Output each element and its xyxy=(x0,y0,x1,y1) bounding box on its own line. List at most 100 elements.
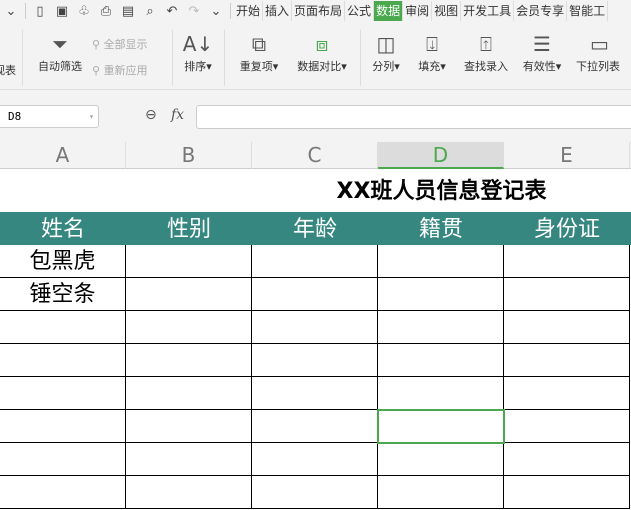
column-header-a[interactable]: A xyxy=(0,142,126,169)
table-cell[interactable] xyxy=(504,311,630,344)
table-cell[interactable] xyxy=(126,476,252,509)
column-header-e[interactable]: E xyxy=(504,142,630,169)
fill-button[interactable]: ⍗ 填充▾ xyxy=(414,30,450,74)
table-cell[interactable] xyxy=(504,377,630,410)
sheet-title[interactable]: XX班人员信息登记表 xyxy=(0,169,631,212)
header-cell-gender[interactable]: 性别 xyxy=(126,212,252,245)
table-cell[interactable] xyxy=(504,476,630,509)
name-box[interactable]: D8 ▾ xyxy=(0,105,99,128)
tab-page-layout[interactable]: 页面布局 xyxy=(292,1,346,21)
table-cell[interactable] xyxy=(378,344,504,377)
column-header-d[interactable]: D xyxy=(378,142,504,169)
split-icon: ◫ xyxy=(376,32,396,56)
sort-button[interactable]: A↓ 排序▾ xyxy=(180,30,216,74)
print-icon[interactable]: ⎙ xyxy=(95,4,117,19)
table-cell[interactable] xyxy=(126,245,252,278)
table-cell[interactable]: 锤空条 xyxy=(0,278,126,311)
table-cell[interactable] xyxy=(252,245,378,278)
table-cell[interactable] xyxy=(378,377,504,410)
fill-icon: ⍗ xyxy=(426,32,438,56)
table-cell[interactable] xyxy=(252,377,378,410)
find-entry-button[interactable]: ⍐ 查找录入 xyxy=(460,30,512,74)
table-cell[interactable] xyxy=(126,410,252,443)
tab-view[interactable]: 视图 xyxy=(432,1,462,21)
duplicates-button[interactable]: ⧉ 重复项▾ xyxy=(233,30,285,74)
table-cell[interactable] xyxy=(504,443,630,476)
redo-icon[interactable]: ↷ xyxy=(183,4,205,19)
table-cell[interactable] xyxy=(504,410,630,443)
tab-member[interactable]: 会员专享 xyxy=(514,1,568,21)
tab-home[interactable]: 开始 xyxy=(234,1,264,21)
table-cell[interactable] xyxy=(0,377,126,410)
selected-cell-d8[interactable] xyxy=(377,409,505,444)
tab-review[interactable]: 审阅 xyxy=(403,1,433,21)
tab-data[interactable]: 数据 xyxy=(374,1,404,21)
table-cell[interactable] xyxy=(378,278,504,311)
column-header-b[interactable]: B xyxy=(126,142,252,169)
filter-icon: ⏷ xyxy=(52,32,68,56)
table-cell[interactable] xyxy=(126,377,252,410)
header-cell-age[interactable]: 年龄 xyxy=(252,212,378,245)
table-cell[interactable] xyxy=(126,443,252,476)
table-cell[interactable] xyxy=(378,443,504,476)
tab-smart-tools[interactable]: 智能工 xyxy=(567,1,609,21)
table-cell[interactable] xyxy=(126,278,252,311)
column-header-c[interactable]: C xyxy=(252,142,378,169)
data-compare-button[interactable]: ⧈ 数据对比▾ xyxy=(290,30,354,74)
find-icon[interactable]: ⌕ xyxy=(139,4,161,19)
chevron-down-icon: ▾ xyxy=(89,112,94,121)
new-file-icon[interactable]: ▯ xyxy=(29,4,51,19)
validity-button[interactable]: ☰ 有效性▾ xyxy=(518,30,566,74)
auto-filter-button[interactable]: ⏷ 自动筛选 xyxy=(34,30,86,74)
dropdown-list-button[interactable]: ▭ 下拉列表 xyxy=(576,30,631,74)
undo-icon[interactable]: ↶ xyxy=(161,4,183,19)
table-cell[interactable] xyxy=(252,311,378,344)
table-cell[interactable] xyxy=(0,344,126,377)
table-cell[interactable] xyxy=(504,278,630,311)
table-cell[interactable] xyxy=(0,311,126,344)
table-cell[interactable] xyxy=(252,344,378,377)
table-cell[interactable] xyxy=(126,311,252,344)
duplicates-icon: ⧉ xyxy=(251,32,267,56)
worksheet: XX班人员信息登记表 姓名 性别 年龄 籍贯 身份证 包黑虎 锤空条 xyxy=(0,169,631,510)
split-column-button[interactable]: ◫ 分列▾ xyxy=(368,30,404,74)
validity-icon: ☰ xyxy=(533,32,551,56)
sort-icon: A↓ xyxy=(182,32,214,56)
table-header-row: 姓名 性别 年龄 籍贯 身份证 xyxy=(0,212,631,245)
dropdown-list-icon: ▭ xyxy=(590,32,609,56)
format-painter-icon[interactable]: ♧ xyxy=(73,4,95,19)
header-cell-hometown[interactable]: 籍贯 xyxy=(378,212,504,245)
table-cell[interactable] xyxy=(378,311,504,344)
show-all-button[interactable]: ⚲ 全部显示 xyxy=(92,36,148,52)
header-cell-name[interactable]: 姓名 xyxy=(0,212,126,245)
print-preview-icon[interactable]: ▤ xyxy=(117,4,139,19)
more-icon[interactable]: ⌄ xyxy=(205,4,227,19)
table-cell[interactable] xyxy=(252,476,378,509)
compare-icon: ⧈ xyxy=(315,32,329,56)
table-cell[interactable] xyxy=(252,410,378,443)
formula-input[interactable] xyxy=(196,105,631,129)
pivot-table-button[interactable]: 视表 xyxy=(0,62,16,78)
table-cell[interactable] xyxy=(0,410,126,443)
table-cell[interactable] xyxy=(504,344,630,377)
tab-insert[interactable]: 插入 xyxy=(263,1,293,21)
tab-developer[interactable]: 开发工具 xyxy=(461,1,515,21)
table-cell[interactable]: 包黑虎 xyxy=(0,245,126,278)
save-icon[interactable]: ▣ xyxy=(51,4,73,19)
fx-button[interactable]: fx xyxy=(171,107,184,123)
table-cell[interactable] xyxy=(0,443,126,476)
table-cell[interactable] xyxy=(0,476,126,509)
zoom-icon[interactable]: ⊖ xyxy=(145,107,157,123)
table-cell[interactable] xyxy=(378,476,504,509)
tab-formulas[interactable]: 公式 xyxy=(345,1,375,21)
formula-bar: D8 ▾ ⊖ fx xyxy=(0,105,631,129)
column-headers: A B C D E xyxy=(0,142,631,169)
table-cell[interactable] xyxy=(378,245,504,278)
table-cell[interactable] xyxy=(504,245,630,278)
menu-chevron-icon[interactable]: ⌄ xyxy=(0,4,22,19)
reapply-button[interactable]: ⚲ 重新应用 xyxy=(92,62,148,78)
table-cell[interactable] xyxy=(252,278,378,311)
table-cell[interactable] xyxy=(252,443,378,476)
header-cell-id[interactable]: 身份证 xyxy=(504,212,630,245)
table-cell[interactable] xyxy=(126,344,252,377)
